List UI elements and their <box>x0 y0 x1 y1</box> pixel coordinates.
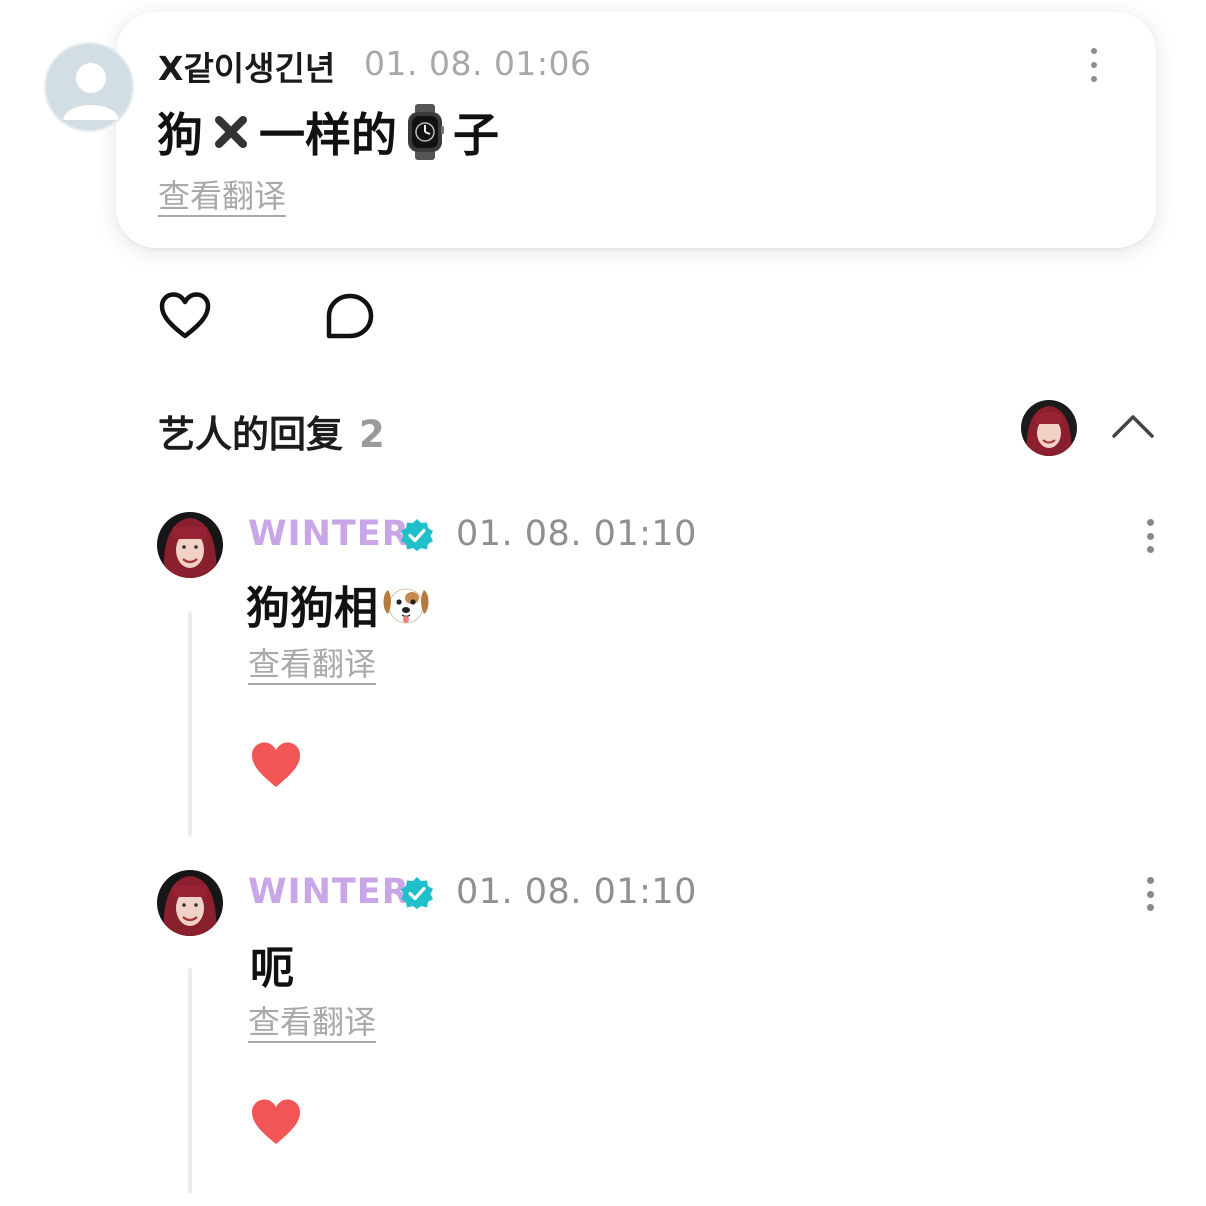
liked-heart-icon[interactable] <box>249 1097 303 1147</box>
default-user-icon <box>63 63 119 120</box>
reply-text: 呃 <box>250 934 294 994</box>
fan-username[interactable]: X같이생긴년 <box>158 42 335 90</box>
artist-replies-header: 艺人的回复 2 <box>158 404 385 458</box>
dog-face-icon <box>383 588 429 624</box>
reply-more-menu-button[interactable] <box>1136 874 1164 914</box>
artist-replies-count: 2 <box>359 413 385 456</box>
collapse-chevron-up-icon[interactable] <box>1110 410 1156 440</box>
artist-replies-title: 艺人的回复 <box>158 413 343 456</box>
heart-outline-icon[interactable] <box>158 291 212 341</box>
reply-text-content: 狗狗相 <box>246 583 378 634</box>
fan-avatar[interactable] <box>44 42 134 132</box>
post-text-part-2: 一样的 <box>259 108 397 162</box>
reply-author-name[interactable]: WINTER <box>248 514 410 554</box>
reply-text-content: 呃 <box>250 943 294 994</box>
post-more-menu-button[interactable] <box>1080 44 1108 86</box>
post-translate-link[interactable]: 查看翻译 <box>158 178 287 217</box>
thread-line <box>188 968 192 1194</box>
reply-translate-link[interactable]: 查看翻译 <box>248 646 377 685</box>
verified-badge-icon <box>401 877 433 909</box>
reply-text: 狗狗相 <box>246 574 432 634</box>
liked-heart-icon[interactable] <box>249 740 303 790</box>
artist-avatar[interactable] <box>157 870 223 936</box>
reply-more-menu-button[interactable] <box>1136 516 1164 556</box>
artist-avatar[interactable] <box>157 512 223 578</box>
reply-translate-link[interactable]: 查看翻译 <box>248 1004 377 1043</box>
watch-icon <box>408 104 444 160</box>
fan-post-text: 狗 一样的 子 <box>157 100 499 164</box>
cross-mark-icon <box>215 116 247 148</box>
reply-author-name[interactable]: WINTER <box>248 872 410 912</box>
fan-post-time: 01. 08. 01:06 <box>364 44 592 83</box>
thread-line <box>188 612 192 836</box>
post-text-part-3: 子 <box>453 108 499 162</box>
artist-avatar-small[interactable] <box>1021 400 1077 456</box>
reply-time: 01. 08. 01:10 <box>456 872 697 912</box>
reply-time: 01. 08. 01:10 <box>456 514 697 554</box>
comment-bubble-icon[interactable] <box>324 292 376 340</box>
post-text-part-1: 狗 <box>157 108 203 162</box>
verified-badge-icon <box>401 519 433 551</box>
